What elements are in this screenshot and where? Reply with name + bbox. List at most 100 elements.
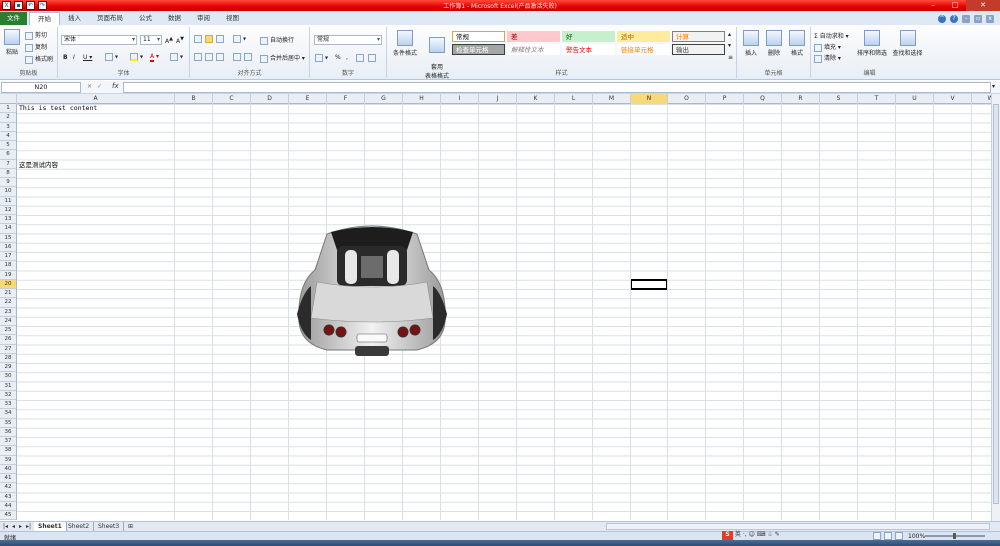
column-header-m[interactable]: M xyxy=(593,94,631,104)
font-color-button[interactable]: A ▾ xyxy=(150,53,159,62)
row-header-16[interactable]: 16 xyxy=(0,243,16,252)
ime-emoji-icon[interactable]: ☺ xyxy=(749,531,755,538)
increase-decimal-button[interactable] xyxy=(356,54,366,62)
sheet-tab-sheet3[interactable]: Sheet3 xyxy=(94,522,125,531)
zoom-level[interactable]: 100% xyxy=(908,533,925,540)
row-header-44[interactable]: 44 xyxy=(0,502,16,511)
cell-style-4[interactable]: 计算 xyxy=(672,31,725,42)
row-header-28[interactable]: 28 xyxy=(0,354,16,363)
find-select-button[interactable]: 查找和选择 xyxy=(891,30,924,57)
first-sheet-button[interactable]: |◂ xyxy=(3,523,8,530)
align-right-button[interactable] xyxy=(216,53,226,61)
workbook-restore-icon[interactable]: ▫ xyxy=(974,14,982,23)
shrink-font-button[interactable]: A▼ xyxy=(176,36,184,45)
column-header-d[interactable]: D xyxy=(251,94,289,104)
prev-sheet-button[interactable]: ◂ xyxy=(12,523,15,530)
row-header-17[interactable]: 17 xyxy=(0,252,16,262)
italic-button[interactable]: I xyxy=(73,54,75,61)
row-header-45[interactable]: 45 xyxy=(0,511,16,521)
column-header-p[interactable]: P xyxy=(706,94,744,104)
row-header-37[interactable]: 37 xyxy=(0,437,16,447)
cell-style-5[interactable]: 检查单元格 xyxy=(452,44,505,55)
row-header-14[interactable]: 14 xyxy=(0,224,16,234)
column-header-n[interactable]: N xyxy=(631,94,668,104)
grow-font-button[interactable]: A▲ xyxy=(165,36,173,45)
tab-data[interactable]: 数据 xyxy=(160,12,189,25)
row-header-38[interactable]: 38 xyxy=(0,446,16,456)
insert-function-button[interactable]: fx xyxy=(112,82,119,90)
row-header-43[interactable]: 43 xyxy=(0,493,16,502)
row-header-4[interactable]: 4 xyxy=(0,132,16,141)
decrease-indent-button[interactable] xyxy=(233,53,243,61)
column-header-g[interactable]: G xyxy=(365,94,403,104)
minimize-button[interactable]: – xyxy=(922,0,944,11)
phonetic-button[interactable]: ▾ xyxy=(170,53,183,61)
column-header-f[interactable]: F xyxy=(327,94,365,104)
worksheet-grid[interactable]: This is test content 这是测试内容 xyxy=(17,104,991,520)
row-header-12[interactable]: 12 xyxy=(0,206,16,215)
column-header-q[interactable]: Q xyxy=(744,94,782,104)
row-header-15[interactable]: 15 xyxy=(0,234,16,243)
tab-view[interactable]: 视图 xyxy=(218,12,247,25)
conditional-format-button[interactable]: 条件格式 xyxy=(390,30,420,57)
help-icon[interactable]: ? xyxy=(950,14,958,23)
paste-button[interactable]: 粘贴 xyxy=(3,29,21,56)
orientation-button[interactable]: ▾ xyxy=(233,35,246,43)
column-header-u[interactable]: U xyxy=(896,94,934,104)
row-header-20[interactable]: 20 xyxy=(0,279,16,289)
cell-style-1[interactable]: 差 xyxy=(507,31,560,42)
page-layout-view-button[interactable] xyxy=(884,532,894,540)
row-header-8[interactable]: 8 xyxy=(0,169,16,178)
row-header-22[interactable]: 22 xyxy=(0,298,16,308)
styles-scroll-up[interactable]: ▴ xyxy=(728,31,731,38)
increase-indent-button[interactable] xyxy=(244,53,254,61)
row-header-5[interactable]: 5 xyxy=(0,141,16,151)
sheet-tab-sheet2[interactable]: Sheet2 xyxy=(64,522,95,531)
cell-style-8[interactable]: 链接单元格 xyxy=(617,44,670,55)
insert-sheet-icon[interactable]: ⊞ xyxy=(124,522,137,531)
row-header-7[interactable]: 7 xyxy=(0,160,16,169)
row-header-23[interactable]: 23 xyxy=(0,308,16,317)
sogou-ime-icon[interactable]: S xyxy=(722,531,733,540)
formula-input[interactable] xyxy=(123,82,991,93)
cut-button[interactable]: 剪切 xyxy=(25,30,47,40)
accounting-format-button[interactable]: ▾ xyxy=(315,54,328,62)
row-header-1[interactable]: 1 xyxy=(0,104,16,114)
row-header-19[interactable]: 19 xyxy=(0,271,16,280)
car-image[interactable] xyxy=(297,222,447,364)
select-all-corner[interactable] xyxy=(0,94,17,104)
insert-cells-button[interactable]: 插入 xyxy=(741,30,761,57)
align-middle-button[interactable] xyxy=(205,35,215,43)
row-header-34[interactable]: 34 xyxy=(0,409,16,419)
autosum-button[interactable]: Σ 自动求和 ▾ xyxy=(814,31,849,40)
tab-file[interactable]: 文件 xyxy=(0,12,27,25)
column-header-v[interactable]: V xyxy=(934,94,972,104)
row-header-26[interactable]: 26 xyxy=(0,335,16,345)
row-header-21[interactable]: 21 xyxy=(0,289,16,299)
column-header-l[interactable]: L xyxy=(555,94,593,104)
tab-review[interactable]: 审阅 xyxy=(189,12,218,25)
fill-color-button[interactable]: ▾ xyxy=(130,53,143,61)
row-header-9[interactable]: 9 xyxy=(0,178,16,188)
row-header-31[interactable]: 31 xyxy=(0,382,16,391)
align-bottom-button[interactable] xyxy=(216,35,226,43)
align-top-button[interactable] xyxy=(194,35,204,43)
column-header-o[interactable]: O xyxy=(668,94,706,104)
row-header-3[interactable]: 3 xyxy=(0,123,16,132)
comma-button[interactable]: , xyxy=(346,54,348,61)
cell-a1[interactable]: This is test content xyxy=(19,104,97,112)
tab-insert[interactable]: 插入 xyxy=(60,12,89,25)
column-header-c[interactable]: C xyxy=(213,94,251,104)
maximize-button[interactable]: □ xyxy=(944,0,966,11)
workbook-minimize-icon[interactable]: – xyxy=(962,14,970,23)
percent-button[interactable]: % xyxy=(335,54,341,61)
ribbon-minimize-icon[interactable]: ^ xyxy=(938,14,946,23)
row-header-2[interactable]: 2 xyxy=(0,113,16,123)
row-header-30[interactable]: 30 xyxy=(0,372,16,382)
cell-a7[interactable]: 这是测试内容 xyxy=(19,159,58,169)
tab-formulas[interactable]: 公式 xyxy=(131,12,160,25)
row-header-33[interactable]: 33 xyxy=(0,400,16,410)
font-size-select[interactable]: 11 xyxy=(140,35,162,45)
column-header-e[interactable]: E xyxy=(289,94,327,104)
copy-button[interactable]: 复制 xyxy=(25,42,47,52)
